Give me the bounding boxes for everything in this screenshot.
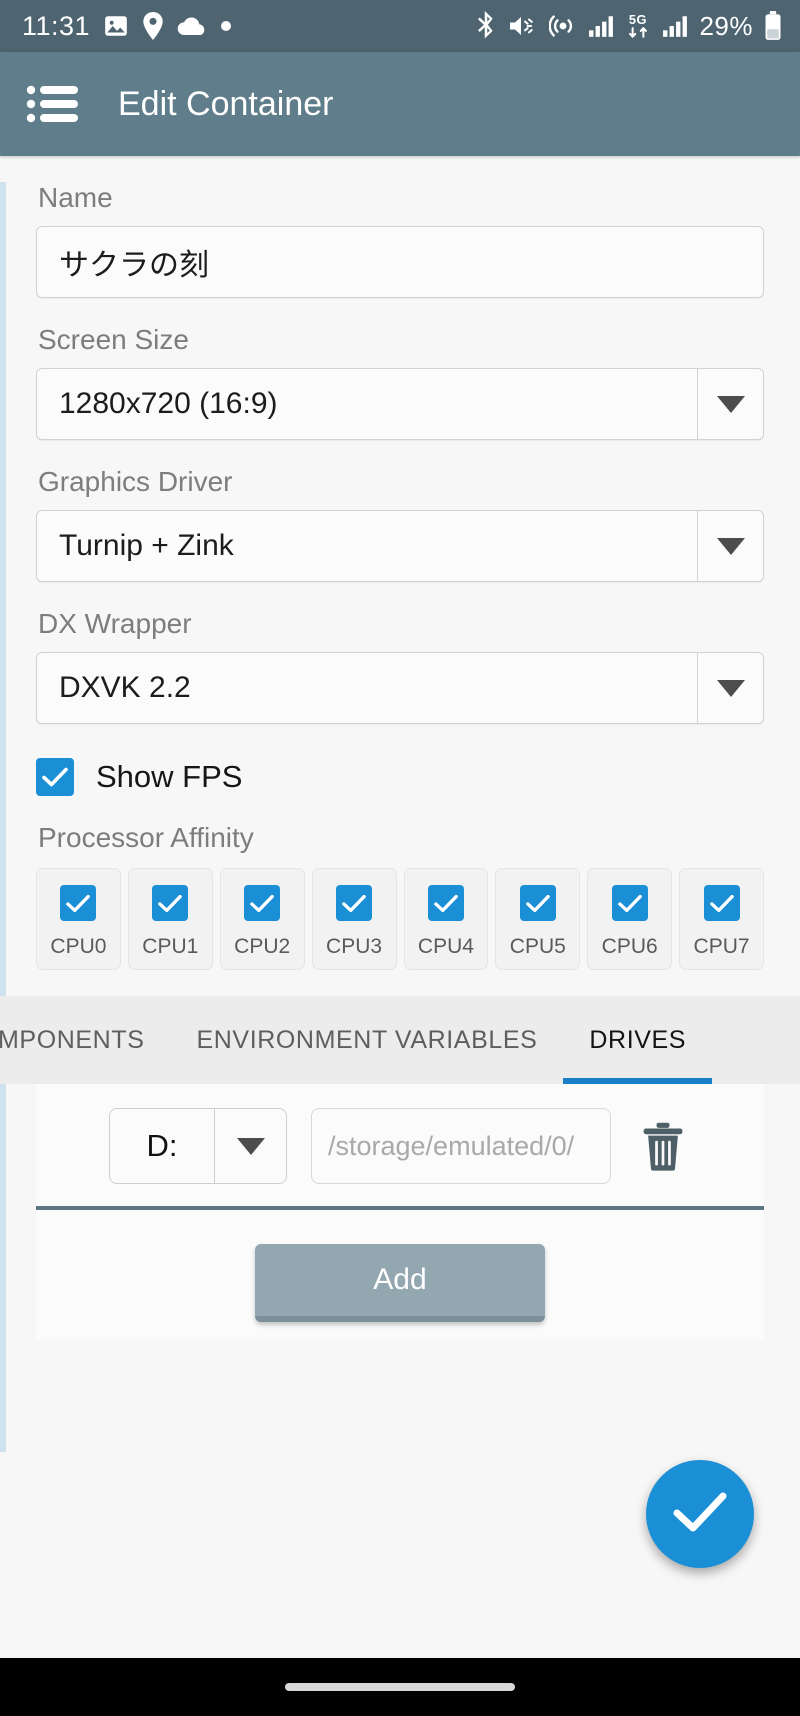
graphics-driver-select[interactable]: Turnip + Zink [36,510,764,582]
tab-environment-variables[interactable]: ENVIRONMENT VARIABLES [170,996,563,1084]
check-icon [673,1491,727,1538]
tab-drives[interactable]: DRIVES [563,996,712,1084]
trash-icon[interactable] [635,1115,691,1177]
image-icon [103,13,129,39]
processor-affinity-label: Processor Affinity [38,822,254,853]
app-screen: 11:31 5G 29% Edit Container Name サクラの刻 S… [0,0,800,1716]
cpu-checkbox[interactable] [519,885,556,921]
cpu-label: CPU1 [142,935,199,958]
cpu-label: CPU6 [601,935,658,958]
field-name: Name サクラの刻 [36,182,764,298]
status-clock: 11:31 [22,10,91,41]
location-pin-icon [142,12,164,40]
battery-percent-label: 29% [699,10,753,41]
cpu-label: CPU5 [509,935,566,958]
network-5g-icon: 5G [625,11,651,41]
bluetooth-icon [475,11,497,41]
home-gesture-pill[interactable] [285,1683,515,1691]
cpu-grid: CPU0 CPU1 CPU2 CPU3 CPU4 CPU5 CPU6 CPU7 [36,868,764,970]
drive-letter-select[interactable]: D: [109,1108,287,1184]
app-bar: Edit Container [0,52,800,156]
dx-wrapper-label: DX Wrapper [38,608,192,639]
cpu-cell[interactable]: CPU1 [127,868,213,970]
settings-form: Name サクラの刻 Screen Size 1280x720 (16:9) G… [0,182,800,1452]
signal-bars-icon [588,15,614,37]
cpu-checkbox[interactable] [427,885,464,921]
confirm-fab-button[interactable] [646,1460,754,1568]
drive-row: D: /storage/emulated/0/ [36,1108,764,1184]
cpu-checkbox[interactable] [611,885,648,921]
field-processor-affinity: Processor Affinity CPU0 CPU1 CPU2 CPU3 C… [36,822,764,970]
name-input[interactable]: サクラの刻 [36,226,764,298]
field-screen-size: Screen Size 1280x720 (16:9) [36,324,764,440]
cpu-checkbox[interactable] [60,885,97,921]
svg-text:5G: 5G [629,12,647,27]
status-bar: 11:31 5G 29% [0,0,800,52]
field-graphics-driver: Graphics Driver Turnip + Zink [36,466,764,582]
tab-drives-label: DRIVES [589,1025,687,1054]
cpu-checkbox[interactable] [244,885,281,921]
status-bar-left: 11:31 [22,11,232,42]
scroll-indicator-rail [0,182,6,1452]
list-menu-icon[interactable] [22,73,84,135]
tab-components[interactable]: MPONENTS [0,996,170,1084]
tab-environment-variables-label: ENVIRONMENT VARIABLES [196,1025,538,1054]
cloud-icon [177,15,207,37]
cpu-cell[interactable]: CPU6 [587,868,673,970]
cpu-label: CPU3 [326,935,383,958]
graphics-driver-label: Graphics Driver [38,466,233,497]
name-label: Name [38,182,113,213]
cpu-label: CPU4 [417,935,474,958]
drive-path-input[interactable]: /storage/emulated/0/ [311,1108,611,1184]
dx-wrapper-value: DXVK 2.2 [59,671,191,704]
battery-icon [764,11,782,41]
show-fps-checkbox[interactable] [36,758,74,796]
cpu-label: CPU7 [693,935,750,958]
cpu-label: CPU2 [234,935,291,958]
cpu-cell[interactable]: CPU0 [36,868,121,970]
page-title: Edit Container [118,84,334,123]
cpu-cell[interactable]: CPU2 [219,868,305,970]
dot-icon [220,20,232,32]
cpu-label: CPU0 [50,935,107,958]
status-bar-right: 5G 29% [475,11,782,42]
tab-bar: MPONENTS ENVIRONMENT VARIABLES DRIVES [0,996,800,1084]
show-fps-row[interactable]: Show FPS [36,758,764,796]
tab-components-label: MPONENTS [0,1025,145,1054]
chevron-down-icon [697,511,763,581]
cpu-cell[interactable]: CPU3 [311,868,397,970]
cpu-checkbox[interactable] [152,885,189,921]
signal-bars-2-icon [662,15,688,37]
chevron-down-icon [697,369,763,439]
chevron-down-icon [214,1109,286,1183]
drive-letter-value: D: [146,1128,178,1163]
cpu-checkbox[interactable] [336,885,373,921]
cpu-cell[interactable]: CPU5 [495,868,581,970]
screen-size-label: Screen Size [38,324,189,355]
system-navigation-bar [0,1658,800,1716]
screen-size-value: 1280x720 (16:9) [59,387,278,420]
show-fps-label: Show FPS [96,759,243,794]
volume-mute-icon [508,13,538,39]
cpu-checkbox[interactable] [703,885,740,921]
field-dx-wrapper: DX Wrapper DXVK 2.2 [36,608,764,724]
drives-panel: D: /storage/emulated/0/ Add [36,1084,764,1340]
cpu-cell[interactable]: CPU4 [403,868,489,970]
graphics-driver-value: Turnip + Zink [59,529,234,562]
cpu-cell[interactable]: CPU7 [679,868,764,970]
screen-size-select[interactable]: 1280x720 (16:9) [36,368,764,440]
add-button-wrap: Add [36,1210,764,1322]
add-button[interactable]: Add [255,1244,545,1322]
hotspot-icon [549,12,577,40]
chevron-down-icon [697,653,763,723]
dx-wrapper-select[interactable]: DXVK 2.2 [36,652,764,724]
